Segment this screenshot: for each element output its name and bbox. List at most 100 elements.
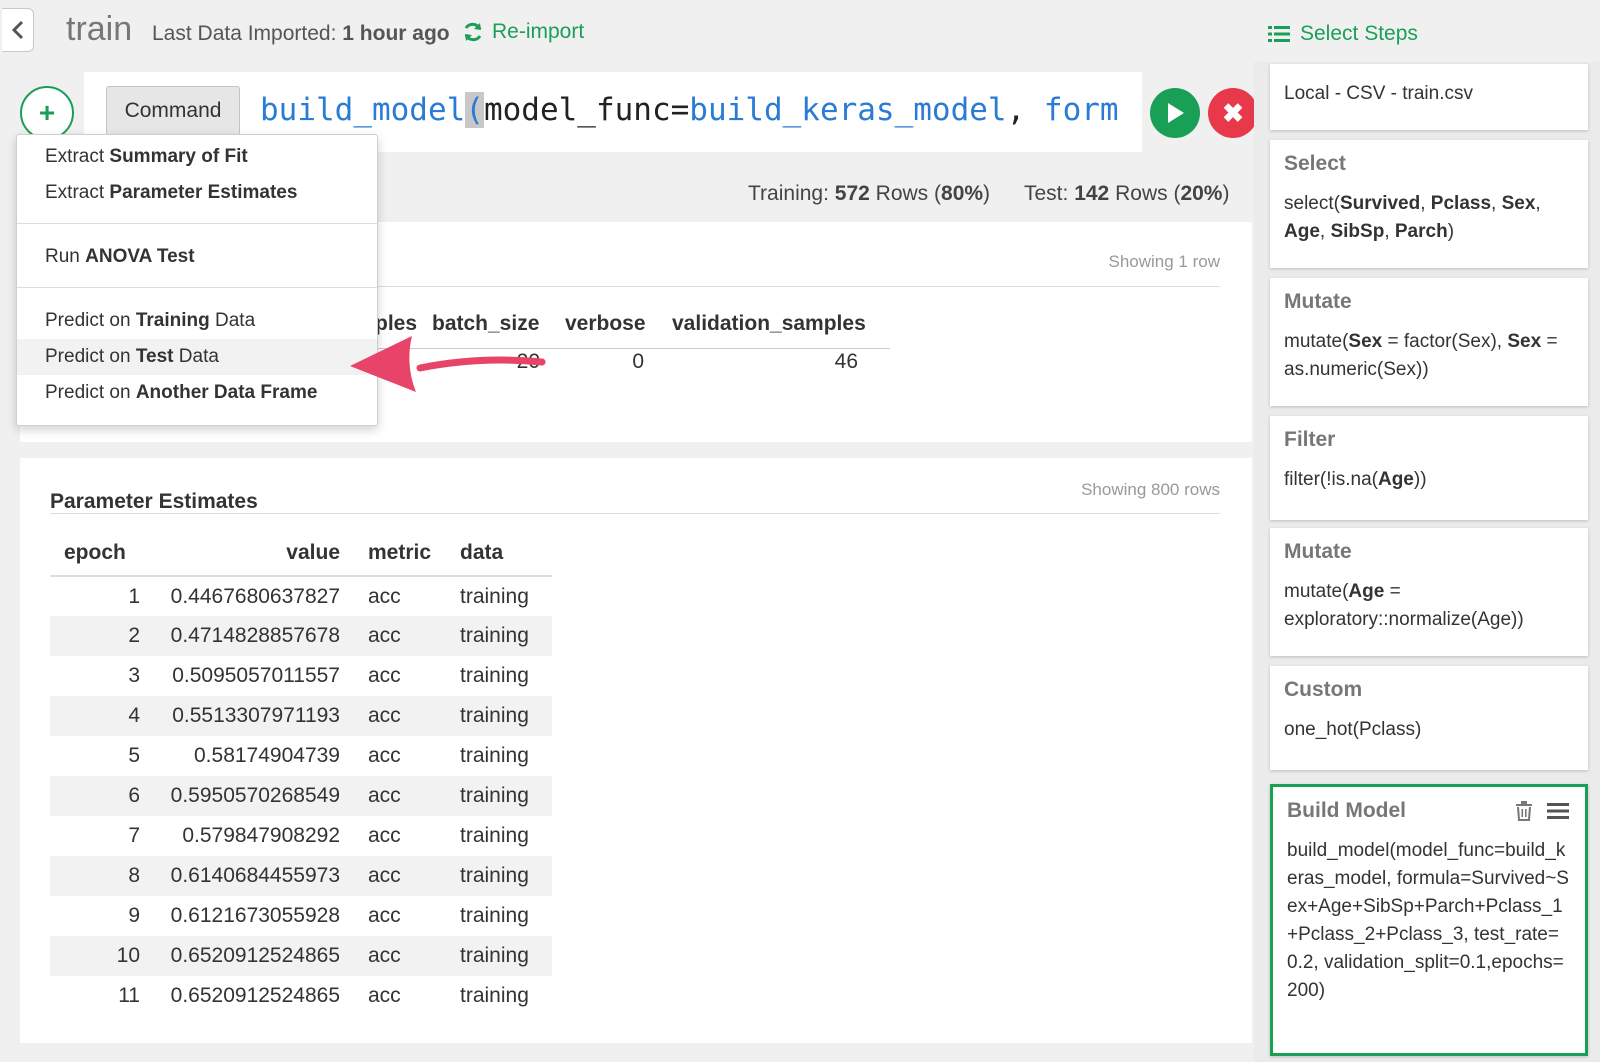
step-filter[interactable]: Filter filter(!is.na(Age)) <box>1270 416 1588 520</box>
step-body: select(Survived, Pclass, Sex, Age, SibSp… <box>1284 190 1574 246</box>
page-title: train <box>66 10 133 48</box>
trash-icon[interactable] <box>1515 801 1533 821</box>
list-icon <box>1268 26 1290 42</box>
code-text: , <box>1535 193 1541 214</box>
select-steps-button[interactable]: Select Steps <box>1268 22 1418 46</box>
summary-header: validation_samples <box>672 312 866 335</box>
close-icon: ✖ <box>1222 97 1244 128</box>
table-row: 9 0.6121673055928 acc training <box>50 896 552 936</box>
cell-epoch: 11 <box>118 984 140 1007</box>
code-rest: form <box>1043 92 1119 128</box>
cell-metric: acc <box>368 904 401 927</box>
back-button[interactable] <box>2 8 34 52</box>
menu-item-extract-parameters[interactable]: Extract Parameter Estimates <box>17 175 377 211</box>
menu-item-suffix: Data <box>178 346 219 367</box>
run-button[interactable] <box>1150 88 1200 138</box>
plus-icon: + <box>38 97 56 128</box>
cancel-button[interactable]: ✖ <box>1208 88 1258 138</box>
code-text: , <box>1319 221 1331 242</box>
command-button[interactable]: Command <box>106 86 240 136</box>
step-build-model[interactable]: Build Model build_model(model_func=build… <box>1270 784 1588 1056</box>
step-title: Filter <box>1284 428 1336 451</box>
code-bold: Parch <box>1394 221 1448 242</box>
cell-data: training <box>460 824 529 847</box>
menu-item-run-anova[interactable]: Run ANOVA Test <box>17 239 377 275</box>
code-text: )) <box>1413 469 1427 490</box>
reimport-link[interactable]: Re-import <box>462 20 584 44</box>
cell-epoch: 9 <box>128 904 140 927</box>
add-step-button[interactable]: + <box>20 86 74 140</box>
step-select[interactable]: Select select(Survived, Pclass, Sex, Age… <box>1270 140 1588 268</box>
summary-showing-count: Showing 1 row <box>1108 252 1220 271</box>
step-title: Mutate <box>1284 540 1352 563</box>
test-rows: 142 <box>1074 182 1110 205</box>
menu-icon[interactable] <box>1547 802 1569 820</box>
cell-metric: acc <box>368 984 401 1007</box>
import-time: 1 hour ago <box>342 22 450 45</box>
reimport-label: Re-import <box>492 20 585 43</box>
cell-data: training <box>446 856 552 896</box>
step-body: mutate(Sex = factor(Sex), Sex = as.numer… <box>1284 328 1574 384</box>
code-bold: Survived <box>1339 193 1421 214</box>
column-header-metric[interactable]: metric <box>354 530 446 577</box>
menu-item-prefix: Predict on <box>45 310 131 331</box>
cell-metric: acc <box>368 824 401 847</box>
menu-divider <box>17 223 377 224</box>
summary-value: 0 <box>632 350 644 373</box>
menu-item-bold: Parameter Estimates <box>109 182 298 203</box>
import-label: Last Data Imported: <box>152 22 337 45</box>
table-row: 7 0.579847908292 acc training <box>50 816 552 856</box>
cell-data: training <box>460 744 529 767</box>
menu-item-prefix: Extract <box>45 146 105 167</box>
step-title: Custom <box>1284 678 1363 701</box>
code-text: filter(!is.na( <box>1284 469 1378 490</box>
menu-item-bold: Training <box>135 310 210 331</box>
code-cursor-paren: ( <box>465 92 484 128</box>
cell-epoch: 6 <box>50 776 154 816</box>
divider <box>50 513 1220 514</box>
code-function: build_model <box>260 92 466 128</box>
step-custom[interactable]: Custom one_hot(Pclass) <box>1270 666 1588 770</box>
training-rows: 572 <box>834 182 870 205</box>
step-actions <box>1515 801 1569 821</box>
code-bold: Sex <box>1507 331 1542 352</box>
code-text: mutate( <box>1284 331 1349 352</box>
table-row: 11 0.6520912524865 acc training <box>50 976 552 1016</box>
code-text: ) <box>1447 221 1455 242</box>
menu-item-extract-summary[interactable]: Extract Summary of Fit <box>17 139 377 175</box>
column-header-data[interactable]: data <box>446 530 552 577</box>
cell-data: training <box>460 984 529 1007</box>
cell-data: training <box>446 776 552 816</box>
step-body: build_model(model_func=build_keras_model… <box>1287 840 1569 1001</box>
menu-item-suffix: Data <box>215 310 256 331</box>
test-pct: 20% <box>1180 182 1223 205</box>
cell-epoch: 10 <box>50 936 154 976</box>
column-header-epoch[interactable]: epoch <box>50 530 154 577</box>
cell-data: training <box>460 904 529 927</box>
step-title: Mutate <box>1284 290 1352 313</box>
add-step-dropdown-menu: Extract Summary of Fit Extract Parameter… <box>16 134 378 426</box>
import-info: Last Data Imported: 1 hour ago <box>152 22 450 46</box>
code-bold: Age <box>1377 469 1414 490</box>
code-text: select( <box>1284 193 1340 214</box>
test-label: Test: <box>1024 182 1069 205</box>
parameter-estimates-panel: Parameter Estimates Showing 800 rows epo… <box>20 458 1252 1043</box>
code-text: = factor(Sex), <box>1382 331 1508 352</box>
cell-epoch: 7 <box>128 824 140 847</box>
menu-item-predict-training[interactable]: Predict on Training Data <box>17 303 377 339</box>
top-bar: train Last Data Imported: 1 hour ago Re-… <box>0 0 1254 68</box>
code-text: , <box>1420 193 1431 214</box>
step-mutate-age[interactable]: Mutate mutate(Age = exploratory::normali… <box>1270 528 1588 656</box>
step-mutate-sex[interactable]: Mutate mutate(Sex = factor(Sex), Sex = a… <box>1270 278 1588 406</box>
cell-metric: acc <box>368 664 401 687</box>
command-input[interactable]: build_model(model_func=build_keras_model… <box>260 88 1120 132</box>
step-source[interactable]: Local - CSV - train.csv <box>1270 64 1588 130</box>
table-row: 5 0.58174904739 acc training <box>50 736 552 776</box>
summary-header: verbose <box>565 312 646 335</box>
cell-metric: acc <box>354 616 446 656</box>
table-row: 8 0.6140684455973 acc training <box>50 856 552 896</box>
training-label: Training: <box>748 182 829 205</box>
column-header-value[interactable]: value <box>154 530 354 577</box>
menu-item-predict-test[interactable]: Predict on Test Data <box>17 339 377 375</box>
menu-item-predict-another[interactable]: Predict on Another Data Frame <box>17 375 377 411</box>
